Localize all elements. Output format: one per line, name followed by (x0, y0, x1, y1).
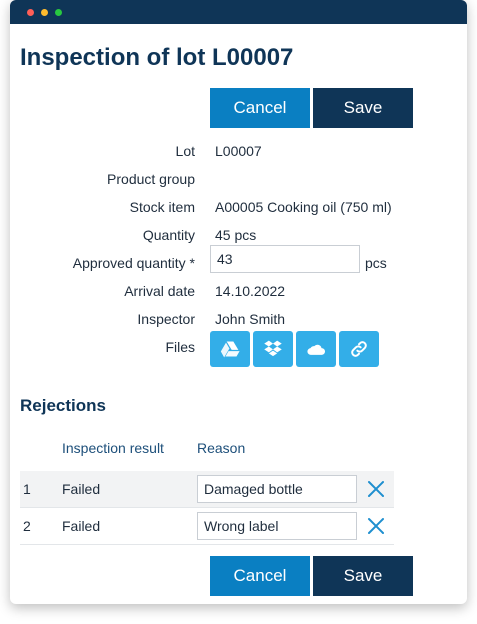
stock-item-row: Stock item A00005 Cooking oil (750 ml) (10, 197, 467, 217)
inspector-row: Inspector John Smith (10, 309, 467, 329)
link-button[interactable] (339, 331, 379, 367)
row-divider (20, 544, 394, 545)
inspector-value: John Smith (215, 311, 286, 327)
app-window: Inspection of lot L00007 Cancel Save Lot… (10, 0, 467, 604)
file-buttons (210, 331, 379, 367)
row-result: Failed (62, 481, 101, 497)
reason-input[interactable] (197, 475, 357, 503)
column-inspection-result: Inspection result (62, 440, 164, 456)
quantity-label: Quantity (142, 227, 195, 243)
arrival-date-row: Arrival date 14.10.2022 (10, 281, 467, 301)
approved-quantity-row: Approved quantity * pcs (10, 245, 467, 273)
cancel-button-bottom[interactable]: Cancel (210, 556, 310, 596)
minimize-window-dot[interactable] (41, 9, 48, 16)
quantity-value: 45 pcs (215, 227, 257, 243)
delete-row-icon[interactable] (366, 516, 386, 536)
page-title: Inspection of lot L00007 (20, 44, 294, 71)
close-window-dot[interactable] (27, 9, 34, 16)
lot-label: Lot (175, 143, 195, 159)
reason-input[interactable] (197, 512, 357, 540)
row-number: 1 (23, 481, 31, 497)
product-group-row: Product group (10, 169, 467, 189)
product-group-label: Product group (107, 171, 195, 187)
dropbox-icon (264, 340, 282, 357)
files-row: Files (10, 331, 467, 367)
window-titlebar (10, 0, 467, 24)
rejections-title: Rejections (20, 396, 106, 415)
row-result: Failed (62, 518, 101, 534)
stock-item-value: A00005 Cooking oil (750 ml) (215, 199, 392, 215)
delete-row-icon[interactable] (366, 479, 386, 499)
approved-quantity-label: Approved quantity * (72, 255, 195, 271)
onedrive-button[interactable] (296, 331, 336, 367)
stock-item-label: Stock item (129, 199, 195, 215)
save-button[interactable]: Save (313, 88, 413, 128)
save-button-bottom[interactable]: Save (313, 556, 413, 596)
column-reason: Reason (197, 440, 246, 456)
cancel-button[interactable]: Cancel (210, 88, 310, 128)
approved-quantity-unit: pcs (365, 255, 387, 271)
google-drive-button[interactable] (210, 331, 250, 367)
quantity-row: Quantity 45 pcs (10, 225, 467, 245)
google-drive-icon (220, 341, 240, 358)
table-row: 2 Failed (20, 508, 394, 544)
files-label: Files (165, 339, 195, 355)
link-icon (351, 341, 367, 357)
inspector-label: Inspector (137, 311, 195, 327)
maximize-window-dot[interactable] (55, 9, 62, 16)
arrival-date-label: Arrival date (124, 283, 195, 299)
lot-value: L00007 (215, 143, 262, 159)
dropbox-button[interactable] (253, 331, 293, 367)
approved-quantity-input[interactable] (210, 245, 360, 273)
onedrive-icon (307, 344, 326, 355)
row-number: 2 (23, 518, 31, 534)
table-row: 1 Failed (20, 471, 394, 507)
rejections-table-header: Inspection result Reason (20, 440, 394, 460)
arrival-date-value: 14.10.2022 (215, 283, 286, 299)
lot-row: Lot L00007 (10, 141, 467, 161)
